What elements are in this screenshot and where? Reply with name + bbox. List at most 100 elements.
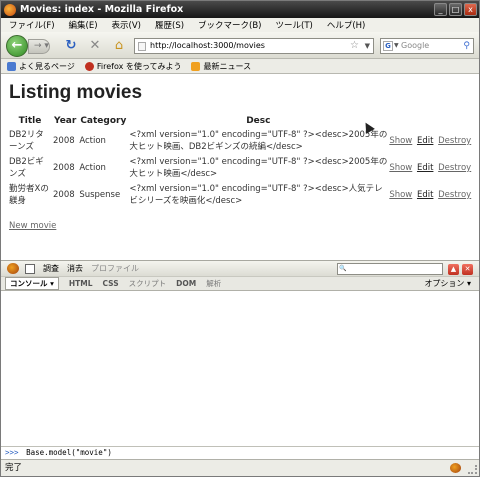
- back-button[interactable]: ←: [6, 35, 28, 57]
- cell-desc: <?xml version="1.0" encoding="UTF-8" ?><…: [129, 184, 383, 206]
- url-text: http://localhost:3000/movies: [150, 41, 265, 50]
- firebug-tabs: コンソール ▾ HTML CSS スクリプト DOM 解析 オプション ▾: [1, 277, 479, 291]
- browser-window: Movies: index - Mozilla Firefox _ □ x ファ…: [0, 0, 480, 477]
- cell-category: Suspense: [79, 190, 121, 200]
- menu-history[interactable]: 履歴(S): [147, 19, 190, 31]
- forward-button[interactable]: → ▾: [28, 39, 50, 54]
- destroy-link[interactable]: Destroy: [438, 163, 471, 173]
- cell-desc: <?xml version="1.0" encoding="UTF-8" ?><…: [129, 130, 388, 152]
- cell-actions: Show Edit Destroy: [389, 183, 473, 207]
- prompt-icon: >>>: [5, 448, 19, 457]
- search-placeholder: Google: [401, 41, 430, 50]
- cell-year: 2008: [53, 190, 75, 200]
- bookmark-folder-icon: [7, 61, 16, 71]
- reload-icon[interactable]: ↻: [63, 38, 79, 54]
- url-input[interactable]: http://localhost:3000/movies ☆ ▼: [134, 38, 374, 54]
- page-icon: [138, 42, 146, 51]
- edit-link[interactable]: Edit: [417, 190, 433, 200]
- home-icon[interactable]: ⌂: [111, 38, 127, 54]
- firebug-close-button[interactable]: ✕: [462, 264, 473, 275]
- bookmark-star-icon[interactable]: ☆: [350, 39, 359, 53]
- cell-category: Action: [79, 163, 106, 173]
- bookmark-label: Firefox を使ってみよう: [96, 61, 182, 71]
- cell-year: 2008: [53, 163, 75, 173]
- cell-title: DB2リターンズ: [9, 130, 44, 152]
- search-input[interactable]: G ▼ Google ⚲: [380, 38, 474, 54]
- title-bar: Movies: index - Mozilla Firefox _ □ x: [1, 1, 479, 18]
- bookmark-getting-started[interactable]: Firefox を使ってみよう: [84, 61, 182, 72]
- edit-link[interactable]: Edit: [417, 136, 433, 146]
- page-content: Listing movies Title Year Category Desc …: [1, 74, 479, 260]
- window-title: Movies: index - Mozilla Firefox: [20, 4, 184, 15]
- maximize-button[interactable]: □: [449, 3, 462, 16]
- tab-dom[interactable]: DOM: [176, 279, 196, 288]
- table-row: 勤労者Xの躾身 2008 Suspense <?xml version="1.0…: [9, 183, 473, 207]
- status-text: 完了: [5, 463, 23, 473]
- destroy-link[interactable]: Destroy: [438, 190, 471, 200]
- tab-console[interactable]: コンソール ▾: [5, 277, 59, 290]
- show-link[interactable]: Show: [389, 163, 412, 173]
- table-row: DB2ビギンズ 2008 Action <?xml version="1.0" …: [9, 156, 473, 180]
- firebug-inspect-button[interactable]: 調査: [43, 263, 59, 274]
- tab-script[interactable]: スクリプト: [129, 278, 167, 289]
- show-link[interactable]: Show: [389, 136, 412, 146]
- console-panel: [1, 291, 479, 446]
- new-movie-link[interactable]: New movie: [9, 221, 56, 231]
- menu-bookmarks[interactable]: ブックマーク(B): [190, 19, 267, 31]
- firebug-icon[interactable]: [7, 263, 19, 274]
- engine-dropdown-icon[interactable]: ▼: [394, 39, 399, 53]
- firefox-logo-icon: [4, 3, 16, 16]
- bookmark-latest-news[interactable]: 最新ニュース: [191, 61, 251, 72]
- show-link[interactable]: Show: [389, 190, 412, 200]
- cell-year: 2008: [53, 136, 75, 146]
- col-desc: Desc: [246, 116, 271, 126]
- menu-bar: ファイル(F) 編集(E) 表示(V) 履歴(S) ブックマーク(B) ツール(…: [1, 18, 479, 32]
- edit-link[interactable]: Edit: [417, 163, 433, 173]
- col-year: Year: [54, 116, 77, 126]
- firebug-profile-button[interactable]: プロファイル: [91, 263, 139, 274]
- col-category: Category: [80, 116, 127, 126]
- navigation-toolbar: ← → ▾ ↻ ✕ ⌂ http://localhost:3000/movies…: [1, 32, 479, 59]
- bookmarks-toolbar: よく見るページ Firefox を使ってみよう 最新ニュース: [1, 59, 479, 74]
- table-header: Title Year Category Desc: [9, 116, 473, 126]
- command-text: Base.model("movie"): [26, 448, 112, 457]
- stop-icon[interactable]: ✕: [87, 38, 103, 54]
- firebug-toolbar: 調査 消去 プロファイル ▲ ✕: [1, 260, 479, 277]
- destroy-link[interactable]: Destroy: [438, 136, 471, 146]
- cell-actions: Show Edit Destroy: [389, 156, 473, 180]
- inspect-icon[interactable]: [25, 263, 35, 274]
- tab-html[interactable]: HTML: [69, 279, 93, 288]
- console-command-line[interactable]: >>> Base.model("movie"): [1, 446, 479, 459]
- bookmark-label: 最新ニュース: [203, 61, 252, 71]
- google-engine-icon[interactable]: G: [383, 41, 393, 51]
- bookmark-label: よく見るページ: [19, 61, 75, 71]
- cell-title: DB2ビギンズ: [9, 157, 44, 179]
- firebug-options-menu[interactable]: オプション ▾: [424, 278, 471, 289]
- col-title: Title: [18, 116, 42, 126]
- status-bar: 完了: [1, 459, 479, 476]
- menu-tools[interactable]: ツール(T): [268, 19, 319, 31]
- firebug-status-icon[interactable]: [450, 463, 461, 473]
- tab-css[interactable]: CSS: [103, 279, 119, 288]
- close-button[interactable]: x: [464, 3, 477, 16]
- firefox-bookmark-icon: [84, 61, 94, 71]
- resize-grip-icon[interactable]: [468, 465, 477, 474]
- search-icon[interactable]: ⚲: [463, 39, 470, 53]
- tab-net[interactable]: 解析: [206, 278, 221, 289]
- firebug-search-input[interactable]: [337, 263, 443, 275]
- cell-actions: Show Edit Destroy: [389, 129, 473, 153]
- menu-file[interactable]: ファイル(F): [1, 19, 61, 31]
- col-actions: [389, 116, 473, 126]
- firebug-minimize-button[interactable]: ▲: [448, 264, 459, 275]
- table-row: DB2リターンズ 2008 Action <?xml version="1.0"…: [9, 129, 473, 153]
- url-dropdown-icon[interactable]: ▼: [365, 39, 370, 53]
- menu-edit[interactable]: 編集(E): [61, 19, 104, 31]
- menu-help[interactable]: ヘルプ(H): [319, 19, 372, 31]
- cell-title: 勤労者Xの躾身: [9, 184, 49, 206]
- bookmark-most-visited[interactable]: よく見るページ: [7, 61, 75, 72]
- rss-icon: [191, 61, 201, 71]
- firebug-clear-button[interactable]: 消去: [67, 263, 83, 274]
- minimize-button[interactable]: _: [434, 3, 447, 16]
- cell-desc: <?xml version="1.0" encoding="UTF-8" ?><…: [129, 157, 388, 179]
- menu-view[interactable]: 表示(V): [104, 19, 147, 31]
